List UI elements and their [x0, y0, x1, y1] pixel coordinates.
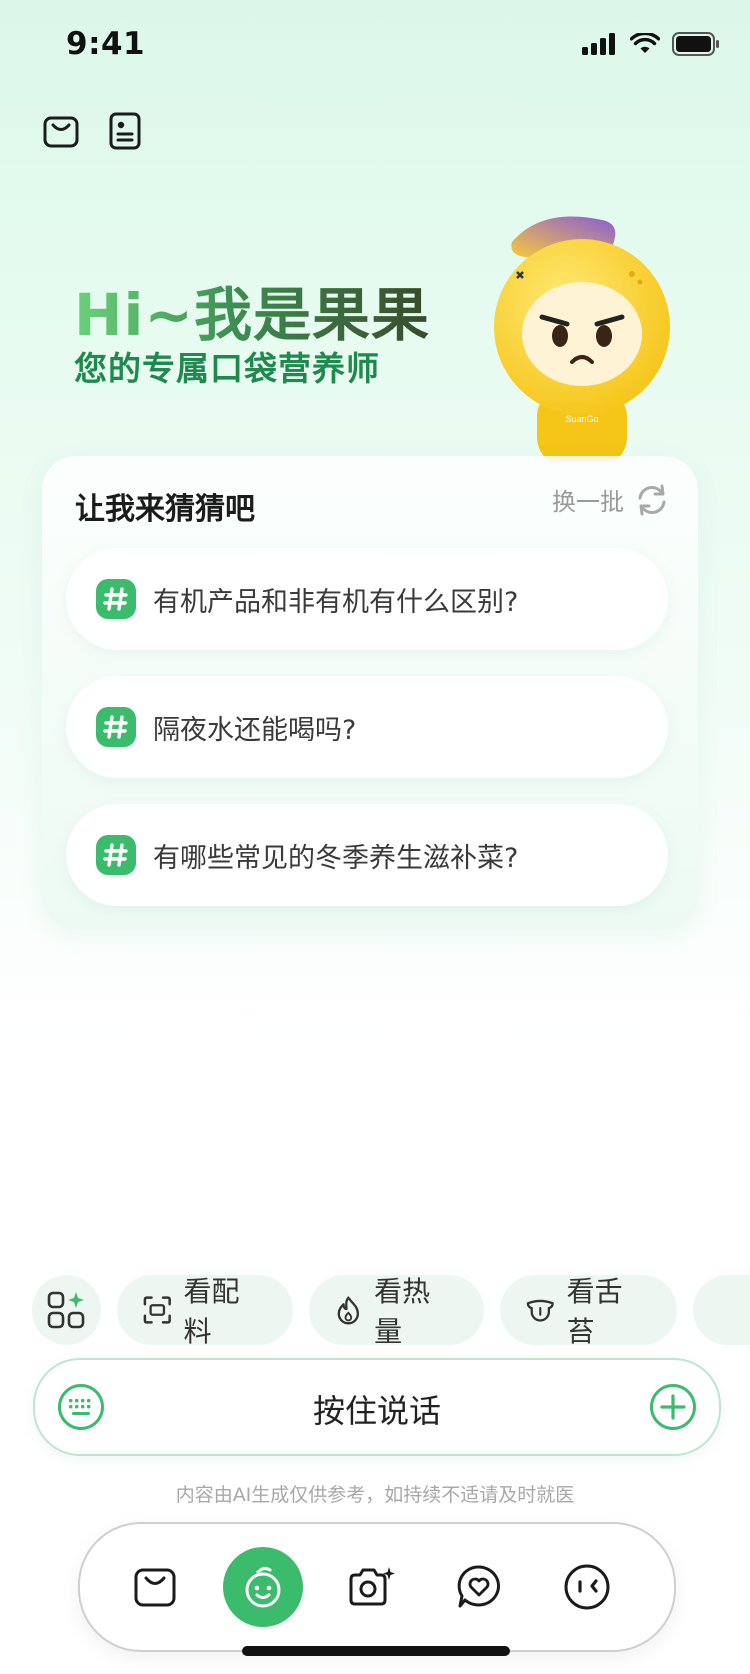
chip-label: 看舌苔	[566, 1275, 623, 1348]
question-item[interactable]: 隔夜水还能喝吗?	[66, 676, 668, 778]
status-icons	[582, 32, 720, 56]
question-item[interactable]: 有机产品和非有机有什么区别?	[66, 548, 668, 650]
ai-disclaimer: 内容由AI生成仅供参考，如持续不适请及时就医	[175, 1484, 575, 1506]
bottom-tab-bar	[78, 1522, 676, 1652]
tab-shop[interactable]	[115, 1547, 195, 1627]
question-text: 有哪些常见的冬季养生滋补菜?	[153, 842, 519, 874]
home-indicator	[242, 1646, 510, 1656]
chip-tongue[interactable]: 看舌苔	[500, 1275, 677, 1348]
camera-sparkle-icon	[349, 1567, 395, 1606]
chip-ingredients[interactable]: 看配料	[116, 1275, 294, 1348]
refresh-button[interactable]: 换一批	[552, 482, 670, 517]
question-item[interactable]: 有哪些常见的冬季养生滋补菜?	[66, 804, 668, 906]
scan-icon	[143, 1296, 171, 1324]
apps-grid-icon	[48, 1291, 85, 1329]
apps-button[interactable]	[32, 1275, 101, 1345]
hero-subtitle: 您的专属口袋营养师	[74, 349, 380, 388]
chip-calories[interactable]: 看热量	[309, 1275, 485, 1348]
signal-icon	[582, 33, 615, 55]
quick-action-chips: 看配料 看热量 看舌苔	[32, 1275, 750, 1348]
mascot-face-icon	[245, 1566, 281, 1608]
face-icon	[564, 1564, 610, 1610]
shopping-bag-icon	[134, 1568, 176, 1607]
hashtag-icon	[96, 835, 136, 875]
status-bar: 9:41	[0, 0, 750, 90]
svg-text:SuanGo: SuanGo	[565, 414, 598, 424]
guess-title: 让我来猜猜吧	[75, 492, 255, 527]
plus-icon[interactable]	[649, 1383, 697, 1431]
tab-assistant[interactable]	[223, 1547, 303, 1627]
chip-label: 看热量	[374, 1275, 431, 1348]
tab-camera[interactable]	[331, 1547, 411, 1627]
flame-icon	[338, 1296, 360, 1325]
top-actions	[42, 112, 144, 150]
chip-more[interactable]	[692, 1275, 750, 1345]
tongue-icon	[526, 1299, 554, 1322]
hashtag-icon	[96, 707, 136, 747]
hashtag-icon	[96, 579, 136, 619]
shopping-bag-icon[interactable]	[42, 112, 80, 150]
tab-profile[interactable]	[547, 1547, 627, 1627]
battery-icon	[672, 32, 719, 56]
tab-health[interactable]	[439, 1547, 519, 1627]
mascot-illustration: SuanGo	[494, 216, 670, 462]
heart-chat-icon	[457, 1565, 500, 1608]
guess-card: 让我来猜猜吧 换一批 有机产品和非有机有什么区别? 隔夜水还能喝吗? 有哪些常见…	[42, 456, 698, 930]
status-time: 9:41	[66, 26, 146, 62]
question-text: 有机产品和非有机有什么区别?	[153, 586, 519, 618]
refresh-label: 换一批	[552, 488, 624, 516]
question-text: 隔夜水还能喝吗?	[153, 714, 357, 746]
refresh-icon	[638, 484, 666, 515]
wifi-icon	[630, 33, 660, 53]
voice-input-bar[interactable]: 按住说话	[33, 1358, 721, 1456]
hero-title: Hi~我是果果	[74, 268, 430, 352]
hold-to-talk-label: 按住说话	[312, 1392, 441, 1430]
chip-label: 看配料	[183, 1275, 240, 1348]
health-profile-icon[interactable]	[106, 112, 144, 150]
